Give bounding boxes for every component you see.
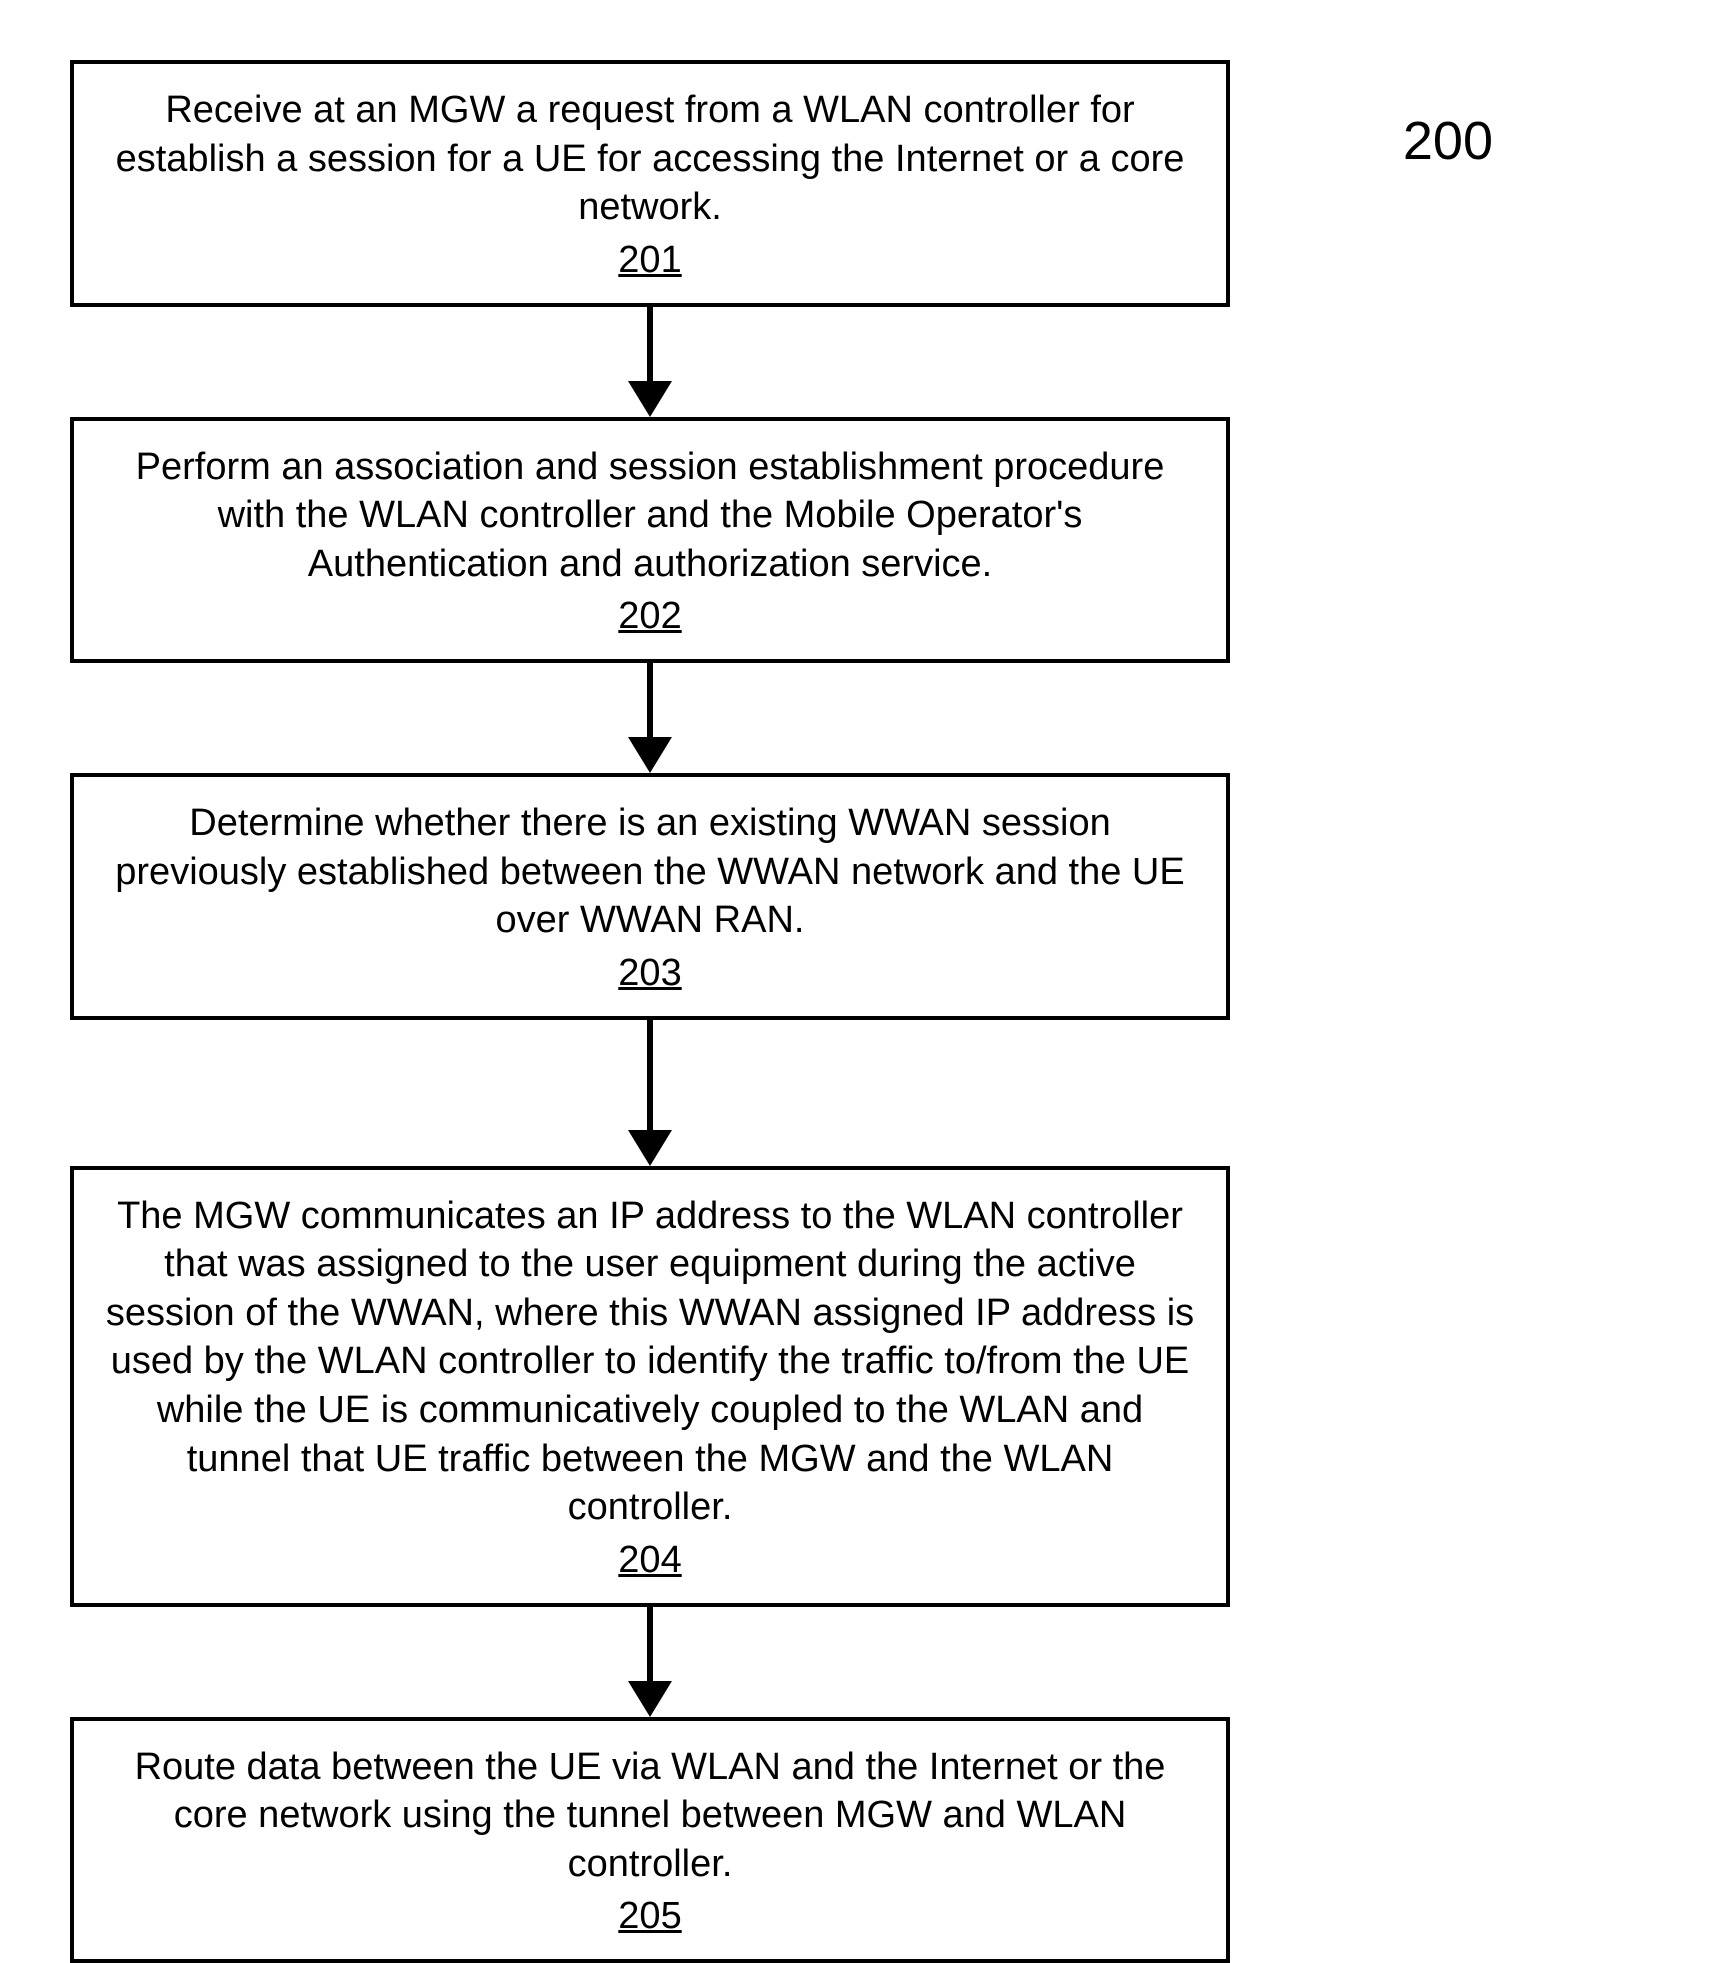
step-text: Route data between the UE via WLAN and t…	[135, 1746, 1166, 1885]
step-ref: 202	[104, 592, 1196, 641]
step-ref: 204	[104, 1536, 1196, 1585]
step-201: Receive at an MGW a request from a WLAN …	[70, 60, 1230, 307]
arrow-icon	[628, 1020, 672, 1166]
flowchart: Receive at an MGW a request from a WLAN …	[70, 60, 1230, 1963]
step-ref: 201	[104, 236, 1196, 285]
step-text: Receive at an MGW a request from a WLAN …	[116, 89, 1185, 228]
arrow-icon	[628, 307, 672, 417]
arrow-shaft	[647, 1020, 653, 1130]
arrow-shaft	[647, 663, 653, 737]
page: 200 Receive at an MGW a request from a W…	[0, 0, 1713, 1951]
step-ref: 205	[104, 1892, 1196, 1941]
step-text: Determine whether there is an existing W…	[115, 802, 1184, 941]
step-204: The MGW communicates an IP address to th…	[70, 1166, 1230, 1607]
step-205: Route data between the UE via WLAN and t…	[70, 1717, 1230, 1963]
step-203: Determine whether there is an existing W…	[70, 773, 1230, 1020]
step-text: Perform an association and session estab…	[136, 446, 1165, 585]
arrow-head	[628, 1681, 672, 1717]
arrow-shaft	[647, 1607, 653, 1681]
arrow-head	[628, 381, 672, 417]
step-text: The MGW communicates an IP address to th…	[106, 1195, 1194, 1529]
step-202: Perform an association and session estab…	[70, 417, 1230, 664]
step-ref: 203	[104, 949, 1196, 998]
arrow-shaft	[647, 307, 653, 381]
figure-number: 200	[1403, 110, 1493, 172]
arrow-icon	[628, 1607, 672, 1717]
arrow-icon	[628, 663, 672, 773]
arrow-head	[628, 1130, 672, 1166]
arrow-head	[628, 737, 672, 773]
